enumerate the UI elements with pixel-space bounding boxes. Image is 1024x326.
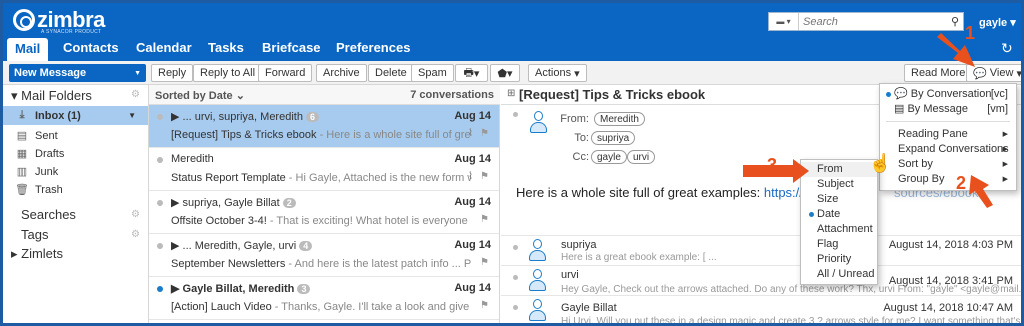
annotation-arrows	[743, 33, 993, 208]
annotation-badge-3: 3	[767, 155, 778, 175]
app-frame: zimbra A SYNACOR PRODUCT ▬ ▾ ⚲ gayle ▾ M…	[0, 0, 1024, 326]
annotation-badge-1: 1	[965, 23, 976, 43]
annotation-badge-2: 2	[956, 173, 967, 193]
